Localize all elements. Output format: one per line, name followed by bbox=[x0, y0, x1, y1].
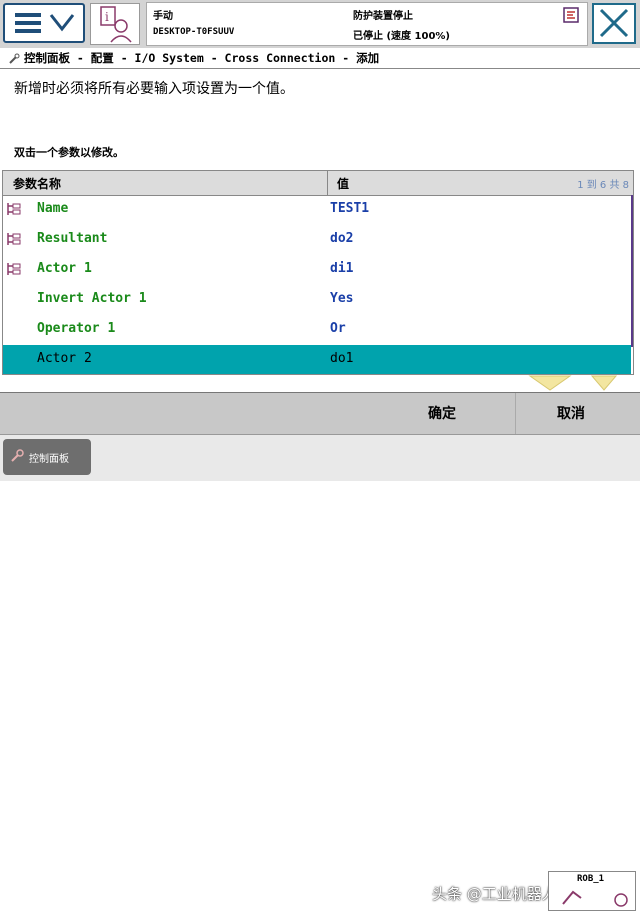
param-value: di1 bbox=[330, 261, 354, 276]
param-value: TEST1 bbox=[330, 201, 370, 216]
status-bar[interactable]: 手动 DESKTOP-T0FSUUV 防护装置停止 已停止 (速度 100%) bbox=[146, 2, 588, 46]
param-value: Or bbox=[330, 321, 346, 336]
menu-icon bbox=[15, 13, 75, 33]
table-row[interactable]: Resultant do2 bbox=[3, 225, 631, 254]
param-name: Actor 2 bbox=[37, 351, 92, 366]
svg-text:i: i bbox=[105, 10, 109, 24]
wrench-icon bbox=[11, 449, 24, 462]
param-name: Actor 1 bbox=[37, 261, 92, 276]
breadcrumb-text: 控制面板 - 配置 - I/O System - Cross Connectio… bbox=[24, 51, 380, 65]
scrollbar[interactable] bbox=[631, 195, 633, 347]
scroll-arrows[interactable] bbox=[0, 374, 640, 392]
controller-name: DESKTOP-T0FSUUV bbox=[153, 27, 235, 37]
breadcrumb: 控制面板 - 配置 - I/O System - Cross Connectio… bbox=[0, 48, 640, 69]
event-log-button[interactable]: i bbox=[90, 3, 140, 45]
pagination-text: 1 到 6 共 8 bbox=[577, 180, 629, 191]
param-name: Operator 1 bbox=[37, 321, 116, 336]
ok-button[interactable]: 确定 bbox=[428, 403, 456, 423]
param-value: do2 bbox=[330, 231, 354, 246]
table-row[interactable]: Name TEST1 bbox=[3, 195, 631, 224]
table-row[interactable]: Invert Actor 1 Yes bbox=[3, 285, 631, 314]
safety-status: 防护装置停止 bbox=[353, 11, 413, 22]
param-name: Name bbox=[37, 201, 69, 216]
operating-mode: 手动 bbox=[153, 11, 173, 22]
required-param-icon bbox=[7, 233, 21, 245]
main-menu-button[interactable] bbox=[3, 3, 85, 43]
close-button[interactable] bbox=[592, 3, 636, 44]
param-value: do1 bbox=[330, 351, 354, 366]
table-row[interactable]: Actor 1 di1 bbox=[3, 255, 631, 284]
instruction-text: 新增时必须将所有必要输入项设置为一个值。 bbox=[14, 81, 294, 97]
param-name: Invert Actor 1 bbox=[37, 291, 147, 306]
hint-text: 双击一个参数以修改。 bbox=[14, 146, 124, 159]
taskbar: 控制面板 头条 @工业机器人虚拟调试 ROB_1 bbox=[0, 434, 640, 911]
close-icon bbox=[599, 8, 629, 38]
page-down-icon bbox=[590, 375, 618, 391]
param-value: Yes bbox=[330, 291, 354, 306]
table-row-selected[interactable]: Actor 2 do1 bbox=[3, 345, 631, 374]
param-name: Resultant bbox=[37, 231, 108, 246]
status-monitor-icon bbox=[563, 7, 579, 23]
run-status: 已停止 (速度 100%) bbox=[353, 31, 450, 42]
action-bar: 确定 取消 bbox=[0, 392, 640, 435]
cancel-button[interactable]: 取消 bbox=[557, 403, 585, 423]
top-bar: i 手动 DESKTOP-T0FSUUV 防护装置停止 已停止 (速度 100%… bbox=[0, 0, 640, 48]
quickset-rob-button[interactable]: ROB_1 bbox=[548, 871, 636, 911]
required-param-icon bbox=[7, 263, 21, 275]
info-user-icon: i bbox=[100, 6, 132, 43]
taskbar-label: 控制面板 bbox=[29, 454, 69, 465]
table-row[interactable]: Operator 1 Or bbox=[3, 315, 631, 344]
column-header-name: 参数名称 bbox=[13, 177, 62, 191]
table-header: 参数名称 值 1 到 6 共 8 bbox=[3, 171, 633, 196]
robot-icon bbox=[562, 890, 628, 907]
parameter-table: 参数名称 值 1 到 6 共 8 Name TEST1 Resultant do… bbox=[2, 170, 634, 375]
column-header-value: 值 bbox=[337, 177, 350, 191]
taskbar-control-panel[interactable]: 控制面板 bbox=[3, 439, 91, 475]
scroll-down-icon bbox=[528, 375, 572, 391]
wrench-icon bbox=[9, 53, 20, 64]
required-param-icon bbox=[7, 203, 21, 215]
